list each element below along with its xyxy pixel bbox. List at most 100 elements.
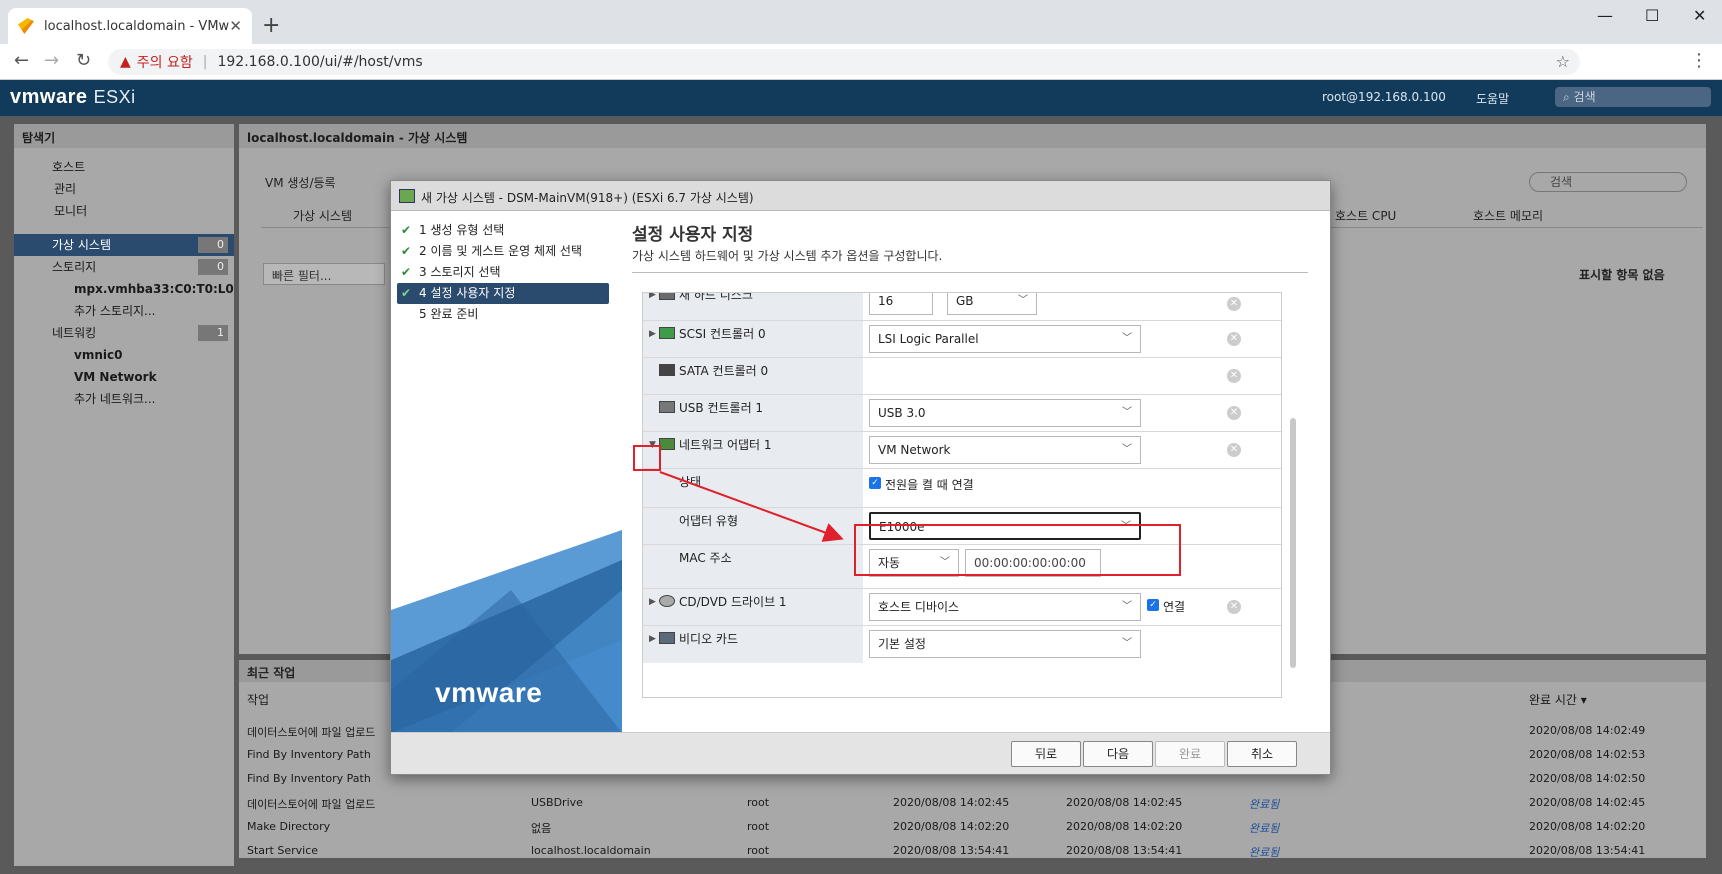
- col-host-memory[interactable]: 호스트 메모리: [1473, 207, 1543, 224]
- wizard-footer: 뒤로 다음 완료 취소: [391, 732, 1330, 774]
- hard-disk-label: 새 하드 디스크: [679, 292, 753, 302]
- col-vm[interactable]: 가상 시스템: [293, 207, 352, 224]
- task-cell-task: 데이터스토어에 파일 업로드: [247, 798, 376, 811]
- next-button[interactable]: 다음: [1083, 741, 1153, 767]
- status-label: 상태: [679, 475, 702, 489]
- nav-host[interactable]: 호스트: [14, 156, 234, 178]
- url-input[interactable]: ▲ 주의 요함 | 192.168.0.100/ui/#/host/vms ☆: [108, 49, 1580, 75]
- task-cell-queued: 2020/08/08 14:02:45: [893, 796, 1010, 809]
- page-subtitle: 가상 시스템 하드웨어 및 가상 시스템 추가 옵션을 구성합니다.: [632, 249, 943, 263]
- nav-manage[interactable]: 관리: [14, 178, 234, 200]
- col-complete-time[interactable]: 완료 시간 ▾: [1529, 691, 1587, 708]
- nav-datastore[interactable]: mpx.vmhba33:C0:T0:L0: [14, 278, 234, 300]
- grid-scrollbar[interactable]: [1288, 292, 1298, 698]
- usb-type-select[interactable]: USB 3.0 ﹀: [869, 399, 1141, 427]
- expand-icon[interactable]: ▶: [649, 597, 656, 607]
- reload-icon[interactable]: ↻: [76, 50, 91, 71]
- disk-unit-select[interactable]: GB ﹀: [947, 293, 1037, 315]
- cancel-button[interactable]: 취소: [1227, 741, 1297, 767]
- remove-icon[interactable]: ✕: [1227, 600, 1241, 614]
- maximize-icon[interactable]: ☐: [1645, 6, 1659, 25]
- cdrom-connect-checkbox[interactable]: ✓: [1147, 599, 1159, 611]
- close-window-icon[interactable]: ✕: [1693, 6, 1706, 25]
- nav-add-storage[interactable]: 추가 스토리지...: [14, 300, 234, 322]
- video-card-select[interactable]: 기본 설정 ﹀: [869, 630, 1141, 658]
- scsi-label: SCSI 컨트롤러 0: [679, 327, 766, 341]
- bookmark-star-icon[interactable]: ☆: [1556, 52, 1570, 71]
- security-warning[interactable]: 주의 요함: [137, 52, 193, 72]
- back-button[interactable]: 뒤로: [1011, 741, 1081, 767]
- tab-title: localhost.localdomain - VMware: [44, 18, 230, 34]
- expand-icon[interactable]: ▶: [649, 634, 656, 644]
- minimize-icon[interactable]: —: [1597, 6, 1613, 25]
- divider: |: [202, 54, 208, 70]
- vmware-esxi-logo: vmware ESXi: [10, 86, 136, 108]
- remove-icon[interactable]: ✕: [1227, 406, 1241, 420]
- cd-dvd-icon: [659, 595, 675, 607]
- nav-storage[interactable]: 스토리지 0: [14, 256, 234, 278]
- network-select[interactable]: VM Network ﹀: [869, 436, 1141, 464]
- wizard-title-bar: 새 가상 시스템 - DSM-MainVM(918+) (ESXi 6.7 가상…: [391, 181, 1330, 211]
- col-host-cpu[interactable]: 호스트 CPU: [1335, 207, 1396, 224]
- check-icon: ✔: [401, 286, 412, 300]
- remove-icon[interactable]: ✕: [1227, 369, 1241, 383]
- step-3[interactable]: ✔ 3 스토리지 선택: [397, 262, 609, 283]
- connect-at-power-on-checkbox[interactable]: ✓: [869, 477, 881, 489]
- wizard-title: 새 가상 시스템 - DSM-MainVM(918+) (ESXi 6.7 가상…: [421, 191, 754, 205]
- browser-tab[interactable]: localhost.localdomain - VMware ✕: [8, 8, 252, 44]
- task-cell-done: 2020/08/08 14:02:53: [1529, 748, 1646, 761]
- forward-icon[interactable]: →: [44, 50, 59, 71]
- cdrom-type-select[interactable]: 호스트 디바이스 ﹀: [869, 593, 1141, 621]
- table-row[interactable]: Start Service localhost.localdomain root 20…: [239, 840, 1689, 862]
- step-5[interactable]: 5 완료 준비: [397, 304, 609, 325]
- table-row[interactable]: Make Directory 없음 root 2020/08/08 14:02:20 2…: [239, 816, 1689, 838]
- step-2[interactable]: ✔ 2 이름 및 게스트 운영 체제 선택: [397, 241, 609, 262]
- vmware-favicon-icon: [18, 18, 34, 34]
- header-search-input[interactable]: ⌕ 검색: [1555, 87, 1711, 107]
- nav-vm-network[interactable]: VM Network: [14, 366, 234, 388]
- close-tab-icon[interactable]: ✕: [229, 17, 242, 35]
- step-4[interactable]: ✔ 4 설정 사용자 지정: [397, 283, 609, 304]
- chevron-down-icon: ﹀: [1122, 333, 1132, 344]
- table-row[interactable]: 데이터스토어에 파일 업로드 USBDrive root 2020/08/08 14:…: [239, 792, 1689, 814]
- disk-size-input[interactable]: 16: [869, 293, 933, 315]
- nav-vmnic0[interactable]: vmnic0: [14, 344, 234, 366]
- remove-icon[interactable]: ✕: [1227, 443, 1241, 457]
- task-cell-done: 2020/08/08 14:02:45: [1529, 796, 1646, 809]
- check-icon: ✔: [401, 265, 412, 279]
- page-title: 설정 사용자 지정: [632, 225, 754, 245]
- help-menu[interactable]: 도움말: [1476, 90, 1509, 107]
- nav-add-network[interactable]: 추가 네트워크...: [14, 388, 234, 410]
- remove-icon[interactable]: ✕: [1227, 332, 1241, 346]
- task-cell-queued: 2020/08/08 14:02:20: [893, 820, 1010, 833]
- nav-networking[interactable]: 네트워킹 1: [14, 322, 234, 344]
- create-vm-button[interactable]: VM 생성/등록: [265, 174, 336, 191]
- new-tab-icon[interactable]: +: [262, 13, 280, 38]
- nav-virtual-machines[interactable]: 가상 시스템 0: [14, 234, 234, 256]
- step-1[interactable]: ✔ 1 생성 유형 선택: [397, 220, 609, 241]
- new-vm-wizard-dialog: 새 가상 시스템 - DSM-MainVM(918+) (ESXi 6.7 가상…: [390, 180, 1331, 775]
- browser-menu-icon[interactable]: ⋮: [1690, 50, 1708, 71]
- quick-filter-input[interactable]: 빠른 필터...: [263, 263, 385, 285]
- esxi-header: vmware ESXi root@192.168.0.100 도움말 ⌕ 검색: [0, 80, 1722, 116]
- expand-icon[interactable]: ▶: [649, 329, 656, 339]
- content-search-input[interactable]: 검색: [1529, 172, 1687, 192]
- remove-icon[interactable]: ✕: [1227, 297, 1241, 311]
- sata-row: SATA 컨트롤러 0 ✕: [643, 358, 1281, 395]
- expand-icon[interactable]: ▶: [649, 293, 656, 300]
- mac-address-label: MAC 주소: [679, 551, 732, 565]
- sata-label: SATA 컨트롤러 0: [679, 364, 769, 378]
- navigator-panel: 탐색기 호스트 관리 모니터 가상 시스템 0 스토리지 0 mpx.vmhba33…: [14, 124, 234, 866]
- col-task[interactable]: 작업: [247, 691, 269, 708]
- back-icon[interactable]: ←: [14, 50, 29, 71]
- task-cell-started: 2020/08/08 14:02:20: [1066, 820, 1183, 833]
- task-cell-result: 완료됨: [1249, 822, 1280, 835]
- scsi-type-select[interactable]: LSI Logic Parallel ﹀: [869, 325, 1141, 353]
- user-menu[interactable]: root@192.168.0.100: [1322, 90, 1446, 104]
- chevron-down-icon: ﹀: [1122, 601, 1132, 612]
- finish-button[interactable]: 완료: [1155, 741, 1225, 767]
- address-bar: ← → ↻ ▲ 주의 요함 | 192.168.0.100/ui/#/host/…: [0, 44, 1722, 80]
- task-cell-started: 2020/08/08 13:54:41: [1066, 844, 1183, 857]
- chevron-down-icon: ﹀: [1018, 295, 1028, 306]
- nav-monitor[interactable]: 모니터: [14, 200, 234, 222]
